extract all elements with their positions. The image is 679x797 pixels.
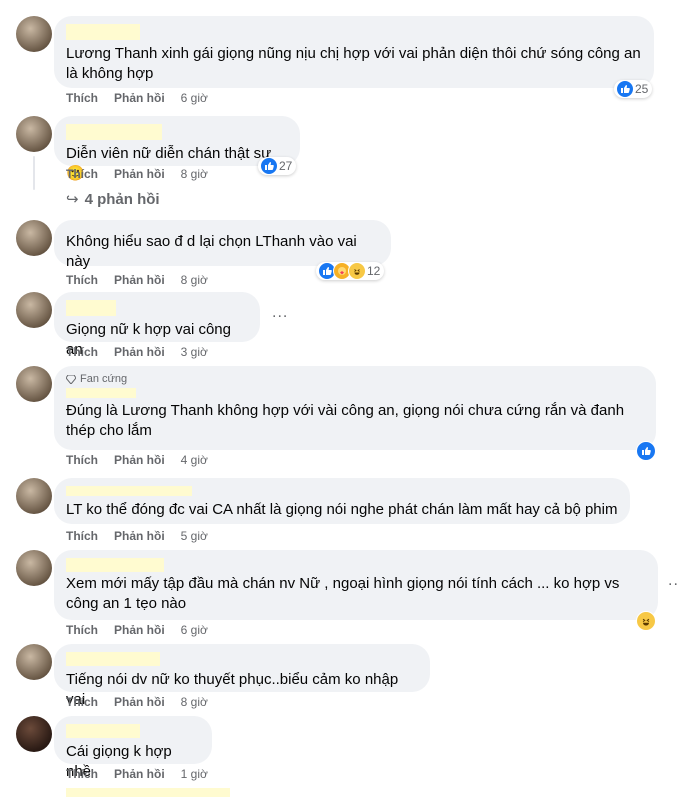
- comment-text: Lương Thanh xinh gái giọng nũng nịu chị …: [66, 45, 641, 82]
- reply-button[interactable]: Phản hồi: [114, 766, 165, 782]
- comment-actions: Thích Phản hồi 1 giờ: [66, 766, 208, 782]
- timestamp[interactable]: 4 giờ: [181, 452, 208, 468]
- timestamp[interactable]: 6 giờ: [181, 622, 208, 638]
- commenter-name[interactable]: [66, 24, 140, 40]
- like-icon: [616, 80, 634, 98]
- like-button[interactable]: Thích: [66, 344, 98, 360]
- reaction-summary[interactable]: [636, 611, 656, 631]
- comment-actions: Thích Phản hồi 8 giờ: [66, 694, 208, 710]
- avatar[interactable]: [16, 366, 52, 402]
- reaction-summary[interactable]: 27: [258, 157, 297, 175]
- comment-bubble: Tiếng nói dv nữ ko thuyết phục..biểu cảm…: [54, 644, 430, 708]
- diamond-icon: [66, 374, 76, 384]
- reaction-summary[interactable]: [636, 441, 656, 461]
- reply-thread-line: [33, 156, 35, 190]
- commenter-name[interactable]: [66, 388, 136, 398]
- view-replies-link[interactable]: ↪ 4 phản hồi: [66, 190, 160, 209]
- reply-button[interactable]: Phản hồi: [114, 694, 165, 710]
- next-comment-name-redaction: [66, 788, 230, 797]
- commenter-name[interactable]: [66, 124, 162, 140]
- like-button[interactable]: Thích: [66, 166, 98, 182]
- reply-button[interactable]: Phản hồi: [114, 622, 165, 638]
- comment-bubble: LT ko thể đóng đc vai CA nhất là giọng n…: [54, 478, 630, 524]
- reply-button[interactable]: Phản hồi: [114, 166, 165, 182]
- avatar[interactable]: [16, 116, 52, 152]
- commenter-name[interactable]: [66, 300, 116, 316]
- commenter-name[interactable]: [66, 652, 160, 666]
- reply-arrow-icon: ↪: [66, 191, 79, 208]
- like-button[interactable]: Thích: [66, 528, 98, 544]
- avatar[interactable]: [16, 550, 52, 586]
- avatar[interactable]: [16, 16, 52, 52]
- commenter-name[interactable]: [66, 724, 140, 738]
- like-button[interactable]: Thích: [66, 622, 98, 638]
- timestamp[interactable]: 6 giờ: [181, 90, 208, 106]
- avatar[interactable]: [16, 478, 52, 514]
- timestamp[interactable]: 8 giờ: [181, 694, 208, 710]
- avatar[interactable]: [16, 716, 52, 752]
- comment-actions: Thích Phản hồi 6 giờ: [66, 90, 208, 106]
- reaction-count: 25: [635, 82, 649, 96]
- comment-actions: Thích Phản hồi 5 giờ: [66, 528, 208, 544]
- like-button[interactable]: Thích: [66, 694, 98, 710]
- avatar[interactable]: [16, 292, 52, 328]
- comment-actions: Thích Phản hồi 4 giờ: [66, 452, 208, 468]
- haha-icon: [348, 262, 366, 280]
- reply-button[interactable]: Phản hồi: [114, 528, 165, 544]
- reply-button[interactable]: Phản hồi: [114, 272, 165, 288]
- comment-text: LT ko thể đóng đc vai CA nhất là giọng n…: [66, 501, 618, 518]
- view-replies-label: 4 phản hồi: [84, 190, 160, 208]
- comment-bubble: Giọng nữ k hợp vai công an: [54, 292, 260, 358]
- like-icon: [260, 157, 278, 175]
- comment-text: Đúng là Lương Thanh không hợp với vài cô…: [66, 402, 625, 439]
- more-options-button[interactable]: ...: [668, 572, 679, 590]
- like-button[interactable]: Thích: [66, 766, 98, 782]
- comment-actions: Thích Phản hồi 6 giờ: [66, 622, 208, 638]
- timestamp[interactable]: 8 giờ: [181, 272, 208, 288]
- comment-actions: Thích Phản hồi 8 giờ: [66, 166, 208, 182]
- reaction-summary[interactable]: 25: [614, 80, 653, 98]
- reply-button[interactable]: Phản hồi: [114, 90, 165, 106]
- like-icon: [636, 441, 656, 461]
- like-button[interactable]: Thích: [66, 452, 98, 468]
- comment-actions: Thích Phản hồi 8 giờ: [66, 272, 208, 288]
- haha-icon: [636, 611, 656, 631]
- reply-button[interactable]: Phản hồi: [114, 452, 165, 468]
- comment-bubble: Không hiểu sao đ d lại chọn LThanh vào v…: [54, 220, 391, 270]
- reaction-count: 27: [279, 159, 293, 173]
- commenter-name[interactable]: [66, 558, 164, 572]
- timestamp[interactable]: 3 giờ: [181, 344, 208, 360]
- timestamp[interactable]: 5 giờ: [181, 528, 208, 544]
- avatar[interactable]: [16, 644, 52, 680]
- commenter-name[interactable]: [66, 486, 192, 496]
- fan-badge: Fan cứng: [66, 372, 644, 386]
- comment-bubble: Fan cứng Đúng là Lương Thanh không hợp v…: [54, 366, 656, 450]
- reply-button[interactable]: Phản hồi: [114, 344, 165, 360]
- timestamp[interactable]: 1 giờ: [181, 766, 208, 782]
- reaction-count: 12: [367, 264, 381, 278]
- comment-text: Xem mới mấy tập đầu mà chán nv Nữ , ngoạ…: [66, 575, 620, 612]
- fan-badge-label: Fan cứng: [80, 373, 128, 385]
- more-options-button[interactable]: ...: [272, 304, 288, 322]
- timestamp[interactable]: 8 giờ: [181, 166, 208, 182]
- comment-bubble: Lương Thanh xinh gái giọng nũng nịu chị …: [54, 16, 654, 88]
- like-button[interactable]: Thích: [66, 272, 98, 288]
- comment-actions: Thích Phản hồi 3 giờ: [66, 344, 208, 360]
- comment-bubble: Xem mới mấy tập đầu mà chán nv Nữ , ngoạ…: [54, 550, 658, 620]
- reaction-summary[interactable]: 12: [316, 262, 385, 280]
- like-button[interactable]: Thích: [66, 90, 98, 106]
- comment-bubble: Cái giọng k hợp nhề: [54, 716, 212, 780]
- avatar[interactable]: [16, 220, 52, 256]
